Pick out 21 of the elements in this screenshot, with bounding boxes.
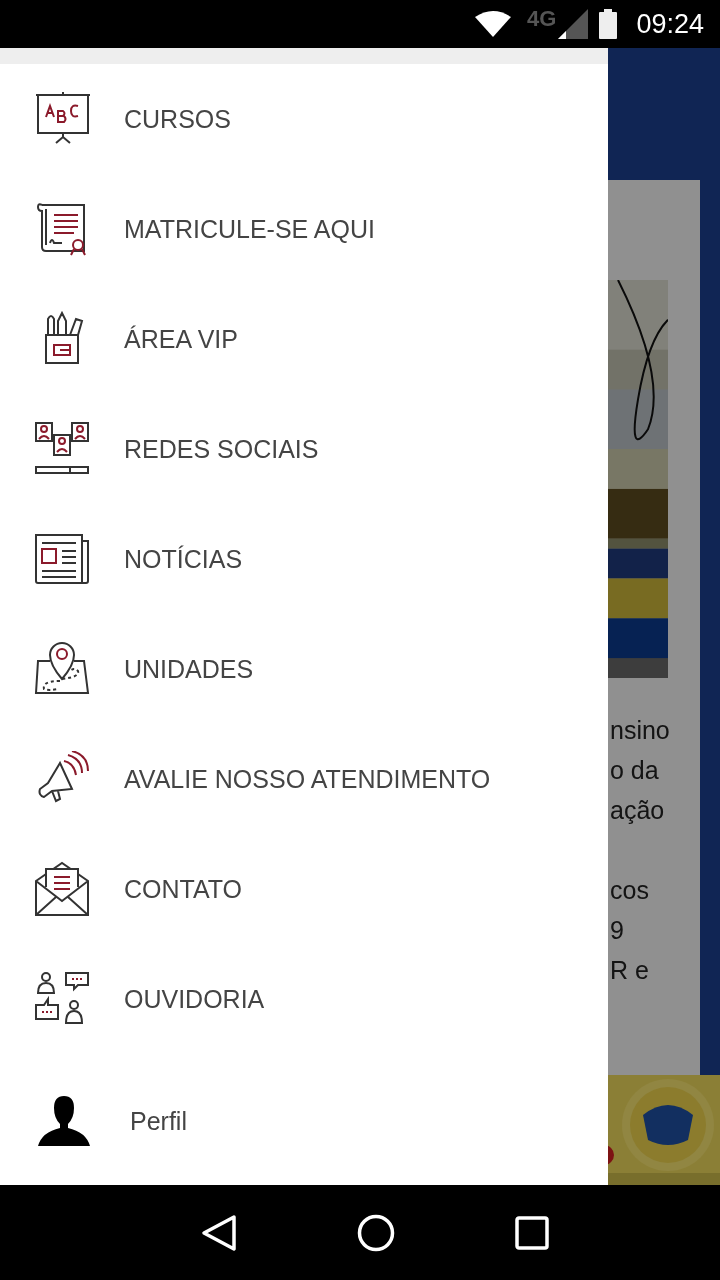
envelope-icon	[34, 861, 90, 917]
paragraph-text-line: cos	[610, 875, 650, 906]
paragraph-text-line: nsino	[610, 715, 671, 746]
paragraph-text-line: o da	[610, 755, 660, 786]
paragraph-text-line: 9	[610, 915, 625, 946]
paragraph-text-line: ação	[610, 795, 666, 826]
clock: 09:24	[636, 8, 704, 40]
back-icon[interactable]	[201, 1213, 237, 1252]
presentation-board-icon	[34, 91, 90, 147]
newspaper-icon	[34, 531, 90, 587]
battery-icon	[598, 9, 619, 39]
people-network-icon	[34, 421, 90, 477]
paragraph-text-line: R e	[610, 955, 650, 986]
person-icon	[38, 1096, 90, 1146]
signal-icon	[558, 9, 589, 39]
wifi-icon	[475, 11, 512, 37]
recents-icon[interactable]	[515, 1215, 549, 1250]
map-pin-icon	[34, 641, 90, 697]
home-icon[interactable]	[357, 1213, 395, 1252]
chat-people-icon	[34, 971, 90, 1027]
network-label: 4G	[527, 6, 557, 32]
